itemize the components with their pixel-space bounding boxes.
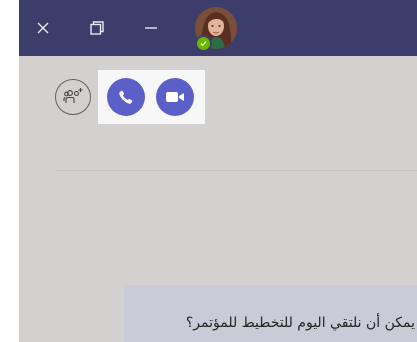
minimize-button[interactable] <box>139 16 163 40</box>
close-button[interactable] <box>31 16 55 40</box>
minimize-icon <box>145 27 157 29</box>
divider <box>55 170 417 171</box>
restore-button[interactable] <box>85 16 109 40</box>
chat-message[interactable]: يمكن أن نلتقي اليوم للتخطيط للمؤتمر؟ <box>124 285 417 342</box>
phone-icon <box>119 90 133 104</box>
checkmark-icon <box>200 41 207 47</box>
add-people-icon <box>63 88 83 103</box>
restore-icon <box>90 21 104 35</box>
title-bar <box>19 0 417 56</box>
user-avatar-button[interactable] <box>195 7 237 52</box>
teams-chat-window: يمكن أن نلتقي اليوم للتخطيط للمؤتمر؟ <box>19 0 417 342</box>
add-people-button[interactable] <box>55 79 91 115</box>
message-text: يمكن أن نلتقي اليوم للتخطيط للمؤتمر؟ <box>185 315 415 331</box>
audio-call-button[interactable] <box>107 78 145 116</box>
call-buttons-group <box>98 70 205 124</box>
presence-badge <box>195 35 212 52</box>
close-icon <box>37 22 49 34</box>
video-call-button[interactable] <box>156 78 194 116</box>
video-camera-icon <box>166 92 184 102</box>
